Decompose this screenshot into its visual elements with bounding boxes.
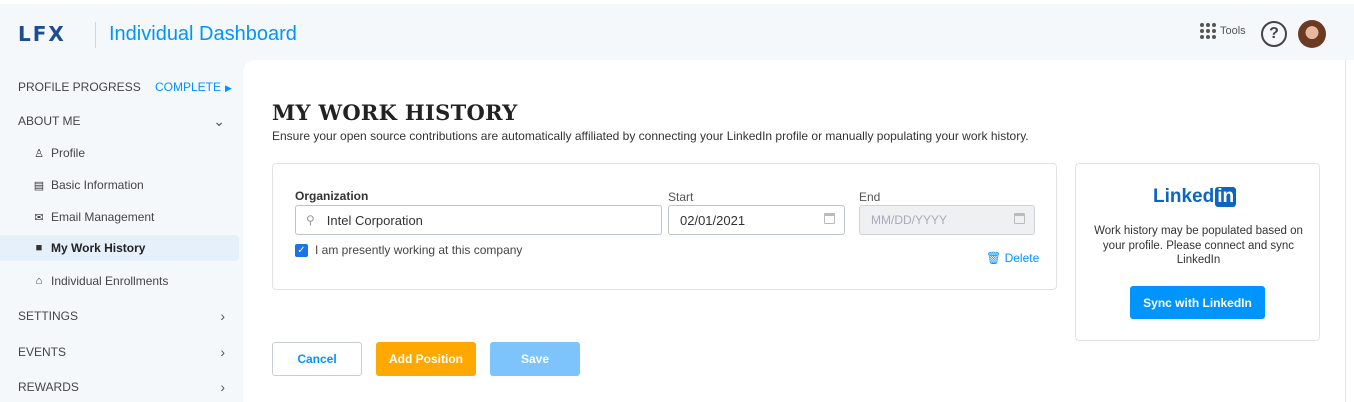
start-label: Start	[668, 190, 694, 204]
organization-value: Intel Corporation	[326, 212, 423, 228]
position-card: Organization ⚲ Intel Corporation Start 0…	[272, 163, 1057, 290]
present-checkbox[interactable]: ✓	[295, 244, 308, 257]
organization-field[interactable]: ⚲ Intel Corporation	[295, 205, 662, 235]
start-date-field[interactable]: 02/01/2021	[668, 205, 845, 235]
sidebar-item-label: My Work History	[51, 241, 146, 255]
sidebar-item-my-work-history[interactable]: ■ My Work History	[0, 235, 239, 261]
profile-progress-status[interactable]: Complete ▶	[155, 80, 232, 94]
envelope-icon: ✉	[34, 211, 44, 224]
sidebar-section-about-me[interactable]: ABOUT ME ⌄	[0, 108, 239, 134]
start-date-value: 02/01/2021	[680, 212, 746, 228]
end-date-field[interactable]: MM/DD/YYYY	[859, 205, 1035, 235]
apps-grid-icon	[1200, 23, 1216, 39]
avatar[interactable]	[1298, 20, 1326, 48]
enroll-icon: ⌂	[35, 275, 43, 287]
sidebar-item-individual-enrollments[interactable]: ⌂ Individual Enrollments	[0, 268, 239, 294]
chevron-right-icon: ›	[220, 379, 225, 395]
briefcase-icon: ■	[35, 242, 43, 254]
chevron-down-icon: ⌄	[213, 112, 225, 129]
add-position-button[interactable]: Add Position	[376, 342, 476, 376]
sidebar-section-label: EVENTS	[18, 345, 67, 359]
caret-right-icon: ▶	[225, 83, 232, 93]
sidebar-item-basic-information[interactable]: ▤ Basic Information	[0, 172, 239, 198]
end-label: End	[859, 190, 881, 204]
sidebar-item-label: Profile	[51, 146, 86, 160]
organization-label: Organization	[295, 189, 369, 203]
present-checkbox-label: I am presently working at this company	[315, 243, 523, 257]
page-title: MY WORK HISTORY	[272, 100, 518, 125]
sync-linkedin-button[interactable]: Sync with LinkedIn	[1130, 286, 1265, 319]
linkedin-logo: Linked in	[1153, 186, 1237, 207]
sidebar-section-label: ABOUT ME	[18, 114, 81, 128]
scrollbar[interactable]	[1345, 60, 1354, 402]
profile-progress-label: PROFILE PROGRESS	[18, 80, 141, 94]
top-bar: LFX Individual Dashboard Tools ?	[0, 0, 1354, 60]
page-subtitle: Ensure your open source contributions ar…	[272, 129, 1029, 143]
sidebar-item-label: Basic Information	[51, 178, 144, 192]
sidebar-item-label: Email Management	[51, 210, 155, 224]
save-button[interactable]: Save	[490, 342, 580, 376]
delete-button[interactable]: 🗑 Delete	[986, 251, 1039, 265]
sidebar-item-profile[interactable]: ♙ Profile	[0, 140, 239, 166]
sidebar-section-label: SETTINGS	[18, 309, 79, 323]
tools-label: Tools	[1220, 25, 1246, 37]
cancel-button[interactable]: Cancel	[272, 342, 362, 376]
chevron-right-icon: ›	[220, 344, 225, 360]
calendar-icon[interactable]	[1014, 213, 1025, 224]
end-date-placeholder: MM/DD/YYYY	[871, 213, 948, 227]
sidebar-section-label: REWARDS	[18, 380, 79, 394]
chevron-right-icon: ›	[220, 308, 225, 324]
app-title: Individual Dashboard	[109, 23, 297, 45]
trash-icon: 🗑	[986, 251, 1002, 265]
help-icon[interactable]: ?	[1261, 21, 1287, 47]
id-card-icon: ▤	[33, 179, 45, 192]
search-icon: ⚲	[306, 213, 315, 227]
sidebar-section-rewards[interactable]: REWARDS ›	[0, 374, 239, 400]
tools-menu[interactable]: Tools	[1200, 23, 1246, 39]
profile-progress: PROFILE PROGRESS Complete ▶	[0, 74, 239, 100]
logo-divider	[95, 22, 96, 48]
calendar-icon[interactable]	[824, 213, 835, 224]
lfx-logo[interactable]: LFX	[18, 22, 66, 46]
sidebar-item-email-management[interactable]: ✉ Email Management	[0, 204, 239, 230]
sidebar-item-label: Individual Enrollments	[51, 274, 169, 288]
linkedin-description: Work history may be populated based on y…	[1094, 225, 1303, 266]
person-icon: ♙	[34, 147, 44, 160]
sidebar-section-events[interactable]: EVENTS ›	[0, 339, 239, 365]
linkedin-card: Linked in Work history may be populated b…	[1075, 163, 1320, 341]
main-panel: MY WORK HISTORY Ensure your open source …	[243, 60, 1345, 402]
sidebar-section-settings[interactable]: SETTINGS ›	[0, 303, 239, 329]
sidebar: PROFILE PROGRESS Complete ▶ ABOUT ME ⌄ ♙ …	[0, 60, 243, 402]
